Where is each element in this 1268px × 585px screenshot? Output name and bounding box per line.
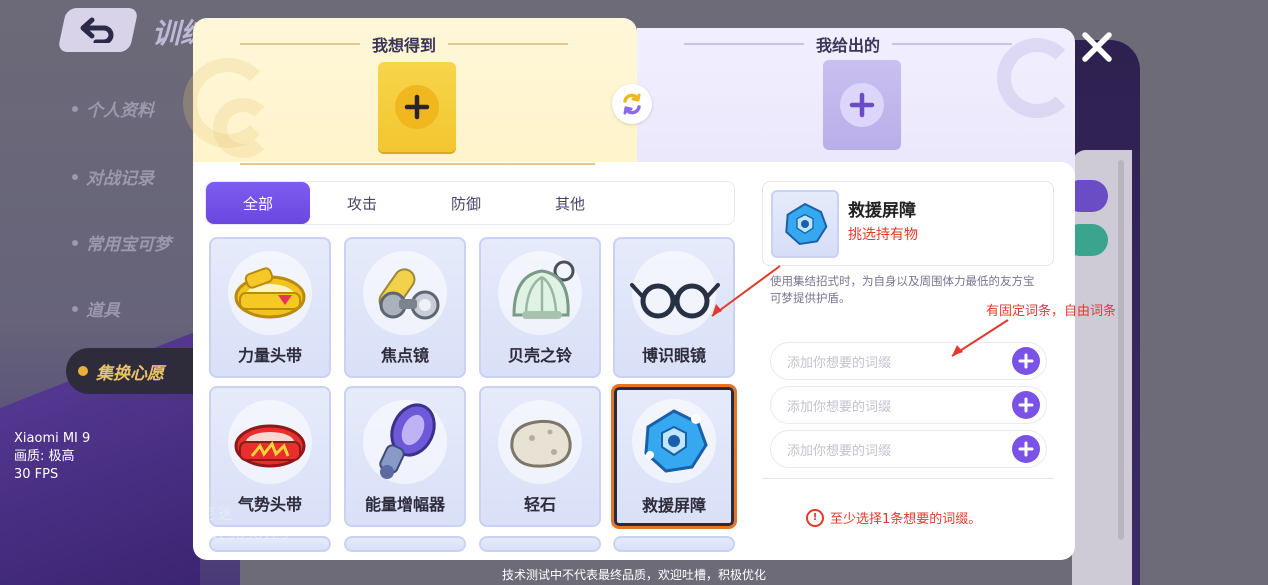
watermark-line: 1523836125 (200, 527, 290, 543)
energy-amplifier-icon (357, 394, 453, 490)
item-card[interactable]: 贝壳之铃 (479, 237, 601, 378)
item-label: 贝壳之铃 (507, 346, 572, 365)
device-model: Xiaomi MI 9 (14, 431, 91, 446)
item-label: 焦点镜 (380, 346, 429, 365)
menu-item-label: 道具 (86, 301, 120, 321)
warning-icon: ! (806, 508, 824, 527)
swap-button[interactable] (612, 84, 652, 124)
close-icon (1082, 32, 1112, 62)
float-stone-icon (492, 394, 588, 490)
menu-dot-icon (72, 239, 78, 246)
plus-icon (849, 92, 875, 118)
title-line (892, 43, 1013, 45)
title-line (448, 43, 569, 45)
item-label: 力量头带 (237, 346, 302, 365)
item-card[interactable]: 博识眼镜 (613, 237, 735, 378)
title-line (684, 43, 804, 45)
swap-icon (623, 93, 641, 115)
menu-dot-icon (72, 105, 78, 112)
plus-icon (404, 94, 430, 120)
menu-item-common-pokemon[interactable]: 常用宝可梦 (72, 230, 171, 255)
device-quality: 画质: 极高 (14, 449, 75, 464)
want-title-text: 我想得到 (372, 36, 437, 55)
watermark: 昵 迷 1523836125 (200, 505, 289, 545)
attribute-placeholder: 添加你想要的词缀 (787, 399, 892, 415)
add-attribute-button[interactable] (1012, 435, 1040, 463)
menu-dot-icon (72, 305, 78, 312)
item-card[interactable] (344, 536, 466, 552)
item-detail-card: 救援屏障 挑选持有物 (762, 181, 1054, 266)
menu-item-battle-records[interactable]: 对战记录 (72, 164, 154, 189)
close-button[interactable] (1078, 28, 1116, 66)
tab-defense[interactable]: 防御 (414, 182, 518, 224)
plus-icon (1018, 397, 1034, 413)
item-label: 救援屏障 (641, 496, 706, 515)
attribute-placeholder: 添加你想要的词缀 (787, 355, 892, 371)
power-headband-icon (222, 245, 318, 341)
attribute-slot[interactable]: 添加你想要的词缀 (770, 342, 1047, 380)
device-info: Xiaomi MI 9 画质: 极高 30 FPS (14, 430, 90, 484)
menu-item-profile[interactable]: 个人资料 (72, 96, 154, 121)
shell-bell-icon (492, 245, 588, 341)
attribute-placeholder: 添加你想要的词缀 (787, 443, 892, 459)
give-section-title: 我给出的 (684, 32, 1013, 56)
title-line (240, 43, 360, 45)
plus-icon (1018, 441, 1034, 457)
tab-other[interactable]: 其他 (518, 182, 622, 224)
tab-attack[interactable]: 攻击 (310, 182, 414, 224)
add-attribute-button[interactable] (1012, 391, 1040, 419)
menu-item-label: 常用宝可梦 (86, 235, 171, 255)
add-attribute-button[interactable] (1012, 347, 1040, 375)
item-card[interactable] (613, 536, 735, 552)
item-label: 博识眼镜 (641, 346, 706, 365)
background-scrollbar (1118, 160, 1124, 540)
tab-all[interactable]: 全部 (206, 182, 310, 224)
wise-glasses-icon (626, 245, 722, 341)
want-item-slot[interactable] (378, 62, 456, 152)
want-divider (240, 163, 595, 165)
warning-text: 至少选择1条想要的词缀。 (830, 512, 982, 527)
item-card[interactable]: 能量增幅器 (344, 386, 466, 527)
menu-item-label: 集换心愿 (96, 363, 164, 384)
plus-icon (1018, 353, 1034, 369)
warning-message: ! 至少选择1条想要的词缀。 (806, 508, 981, 527)
detail-divider (762, 478, 1054, 479)
category-tabs: 全部 攻击 防御 其他 (205, 181, 735, 225)
want-section-title: 我想得到 (240, 32, 569, 56)
detail-item-name: 救援屏障 (848, 201, 916, 221)
give-title-text: 我给出的 (816, 36, 881, 55)
rescue-barrier-icon (626, 393, 722, 489)
attribute-slot[interactable]: 添加你想要的词缀 (770, 386, 1047, 424)
footer-note: 技术测试中不代表最终品质，欢迎吐槽，积极优化 (501, 568, 766, 582)
background-right-edge (1140, 0, 1268, 585)
menu-dot-icon (72, 173, 78, 180)
back-button[interactable] (57, 8, 139, 52)
rescue-barrier-icon (771, 190, 839, 258)
scope-lens-icon (357, 245, 453, 341)
menu-item-label: 个人资料 (86, 101, 154, 121)
menu-item-items[interactable]: 道具 (72, 296, 120, 321)
device-fps: 30 FPS (14, 467, 59, 482)
menu-item-label: 对战记录 (86, 169, 154, 189)
item-card[interactable]: 焦点镜 (344, 237, 466, 378)
attribute-slot[interactable]: 添加你想要的词缀 (770, 430, 1047, 468)
item-card[interactable]: 轻石 (479, 386, 601, 527)
item-card[interactable]: 力量头带 (209, 237, 331, 378)
item-label: 轻石 (523, 495, 556, 514)
annotation-text: 有固定词条，自由词条 (986, 304, 1117, 319)
give-item-slot[interactable] (823, 60, 901, 150)
item-card-selected[interactable]: 救援屏障 (611, 384, 737, 529)
add-want-button[interactable] (395, 85, 439, 129)
detail-item-subtitle: 挑选持有物 (848, 227, 918, 243)
focus-band-icon (222, 394, 318, 490)
add-give-button[interactable] (840, 83, 884, 127)
menu-dot-icon (78, 366, 88, 376)
item-card[interactable] (479, 536, 601, 552)
watermark-line: 昵 迷 (200, 507, 233, 523)
decoration-swirl (213, 98, 273, 158)
item-label: 能量增幅器 (364, 495, 445, 514)
back-arrow-icon (80, 17, 114, 43)
